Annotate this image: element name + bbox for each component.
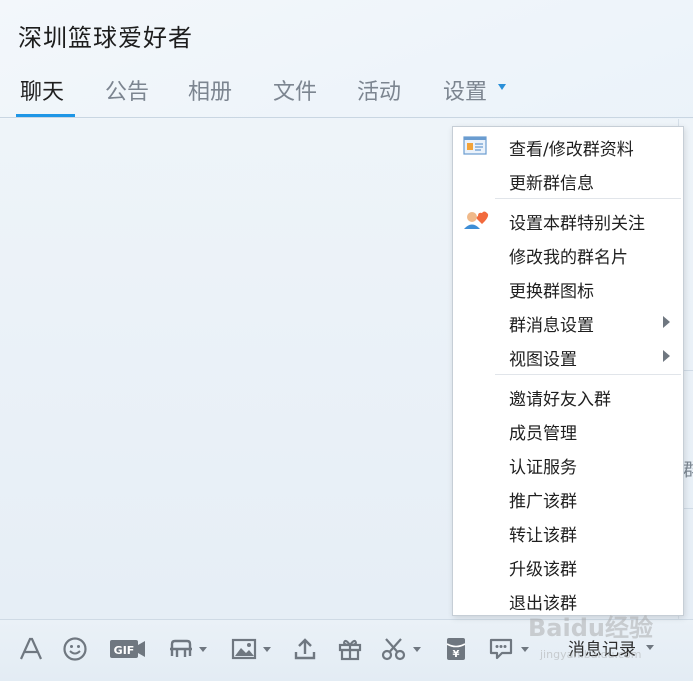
menu-separator bbox=[495, 374, 681, 375]
chat-bubble-icon[interactable] bbox=[488, 635, 529, 663]
menu-item-quit-group[interactable]: 退出该群 bbox=[453, 583, 683, 617]
tab-files[interactable]: 文件 bbox=[273, 74, 317, 106]
svg-text:¥: ¥ bbox=[453, 649, 460, 660]
menu-item-group-message-settings[interactable]: 群消息设置 bbox=[453, 305, 683, 339]
message-history-label: 消息记录 bbox=[568, 640, 636, 660]
side-panel-text-fragment: 群 bbox=[683, 460, 693, 481]
chevron-down-icon[interactable] bbox=[413, 646, 421, 652]
chevron-down-icon[interactable] bbox=[263, 646, 271, 652]
menu-item-invite-friends[interactable]: 邀请好友入群 bbox=[453, 379, 683, 413]
menu-item-transfer-group[interactable]: 转让该群 bbox=[453, 515, 683, 549]
menu-item-change-group-icon[interactable]: 更换群图标 bbox=[453, 271, 683, 305]
menu-item-member-management[interactable]: 成员管理 bbox=[453, 413, 683, 447]
message-history-button[interactable]: 消息记录 bbox=[568, 635, 654, 660]
gif-icon[interactable]: GIF bbox=[108, 635, 148, 663]
chevron-right-icon bbox=[663, 316, 670, 328]
tab-album[interactable]: 相册 bbox=[188, 74, 232, 106]
tab-chat[interactable]: 聊天 bbox=[20, 74, 64, 106]
tab-bar: 聊天 公告 相册 文件 活动 设置 bbox=[0, 72, 693, 118]
menu-item-upgrade-group[interactable]: 升级该群 bbox=[453, 549, 683, 583]
tab-settings[interactable]: 设置 bbox=[443, 74, 487, 106]
menu-item-edit-my-group-card[interactable]: 修改我的群名片 bbox=[453, 237, 683, 271]
group-profile-icon bbox=[463, 135, 489, 162]
red-packet-icon[interactable]: ¥ bbox=[443, 635, 469, 663]
menu-item-certification-service[interactable]: 认证服务 bbox=[453, 447, 683, 481]
group-title: 深圳篮球爱好者 bbox=[18, 24, 193, 52]
group-chat-window: 深圳篮球爱好者 聊天 公告 相册 文件 活动 设置 群 GIF ¥ 消息记录 查… bbox=[0, 0, 693, 681]
svg-text:GIF: GIF bbox=[114, 644, 135, 657]
menu-item-update-group-info[interactable]: 更新群信息 bbox=[453, 163, 683, 197]
chevron-down-icon[interactable] bbox=[646, 645, 654, 650]
scissors-icon[interactable] bbox=[380, 635, 421, 663]
menu-item-promote-group[interactable]: 推广该群 bbox=[453, 481, 683, 515]
settings-caret-icon[interactable] bbox=[498, 84, 506, 90]
settings-dropdown-menu: 查看/修改群资料 更新群信息 设置本群特别关注 修改我的群名片 更换群图标 群消… bbox=[452, 126, 684, 616]
menu-item-view-edit-group-profile[interactable]: 查看/修改群资料 bbox=[453, 129, 683, 163]
upload-icon[interactable] bbox=[292, 635, 318, 663]
menu-separator bbox=[495, 198, 681, 199]
active-tab-indicator bbox=[16, 114, 75, 117]
font-icon[interactable] bbox=[18, 635, 44, 663]
chevron-down-icon[interactable] bbox=[199, 646, 207, 652]
chevron-down-icon[interactable] bbox=[521, 646, 529, 652]
special-attention-icon bbox=[463, 209, 491, 236]
chevron-right-icon bbox=[663, 350, 670, 362]
menu-item-view-settings[interactable]: 视图设置 bbox=[453, 339, 683, 373]
image-icon[interactable] bbox=[230, 635, 271, 663]
tab-activity[interactable]: 活动 bbox=[357, 74, 401, 106]
gift-icon[interactable] bbox=[337, 635, 363, 663]
tab-announcement[interactable]: 公告 bbox=[105, 74, 149, 106]
emoji-icon[interactable] bbox=[62, 635, 88, 663]
menu-item-special-attention[interactable]: 设置本群特别关注 bbox=[453, 203, 683, 237]
screenshot-icon[interactable] bbox=[168, 635, 207, 663]
